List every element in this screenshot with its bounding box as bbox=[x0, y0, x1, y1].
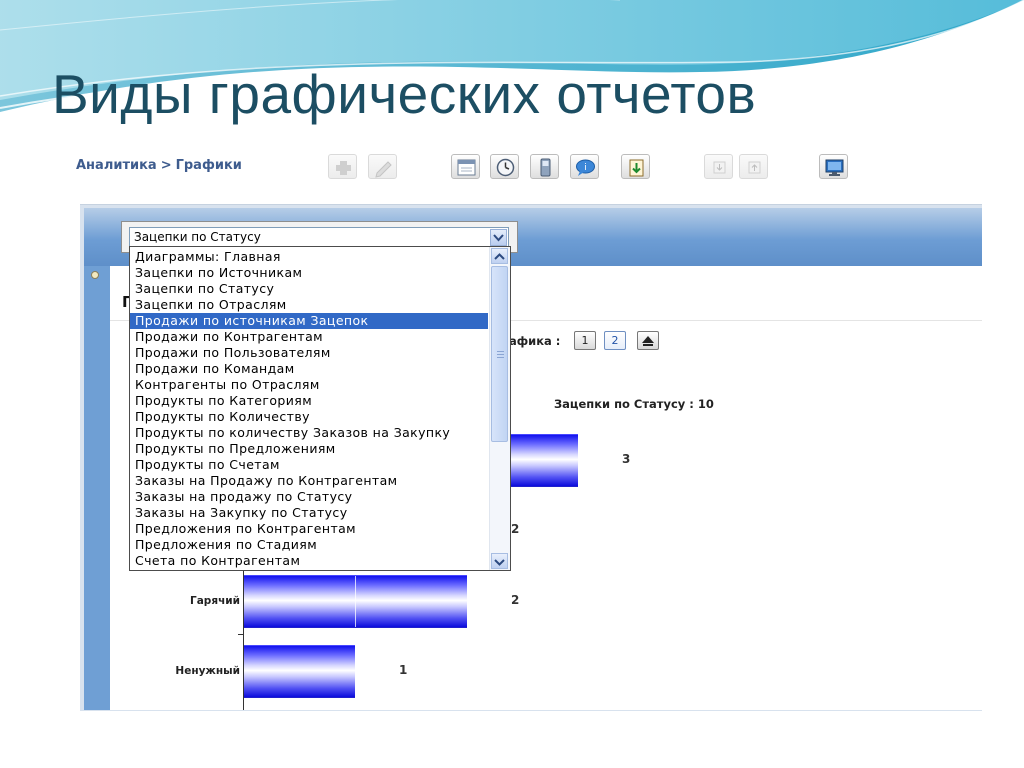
pencil-icon bbox=[375, 161, 392, 178]
bullet-icon bbox=[91, 271, 99, 279]
breadcrumb: Аналитика > Графики bbox=[76, 158, 242, 173]
bar-value-label: 2 bbox=[511, 593, 520, 607]
dropdown-option[interactable]: Продукты по количеству Заказов на Закупк… bbox=[130, 425, 488, 441]
edit-button[interactable] bbox=[368, 154, 397, 179]
arrow-up-icon bbox=[642, 336, 654, 346]
dropdown-option[interactable]: Продажи по Контрагентам bbox=[130, 329, 488, 345]
scroll-up-button[interactable] bbox=[491, 248, 508, 264]
arrow-up-icon bbox=[748, 161, 761, 174]
calendar-button[interactable] bbox=[451, 154, 480, 179]
export-button[interactable] bbox=[621, 154, 650, 179]
dropdown-option[interactable]: Продукты по Счетам bbox=[130, 457, 488, 473]
phone-button[interactable] bbox=[530, 154, 559, 179]
dropdown-option[interactable]: Продукты по Количеству bbox=[130, 409, 488, 425]
dropdown-option[interactable]: Предложения по Контрагентам bbox=[130, 521, 488, 537]
dropdown-option[interactable]: Продажи по источникам Зацепок bbox=[130, 313, 488, 329]
dropdown-option[interactable]: Продукты по Категориям bbox=[130, 393, 488, 409]
scroll-down-button[interactable] bbox=[491, 553, 508, 569]
calendar-icon bbox=[457, 159, 476, 176]
move-down-button[interactable] bbox=[704, 154, 733, 179]
axis-tick bbox=[238, 634, 244, 635]
bar-value-label: 2 bbox=[511, 522, 520, 536]
dropdown-option[interactable]: Зацепки по Источникам bbox=[130, 265, 488, 281]
chart-bar bbox=[244, 575, 467, 628]
dropdown-option[interactable]: Зацепки по Отраслям bbox=[130, 297, 488, 313]
phone-icon bbox=[540, 158, 551, 177]
dropdown-option[interactable]: Заказы на Закупку по Статусу bbox=[130, 505, 488, 521]
app-screenshot: Аналитика > Графики i Г афика : 1 2 Заце… bbox=[70, 148, 982, 711]
dropdown-option[interactable]: Продажи по Командам bbox=[130, 361, 488, 377]
dropdown-option[interactable]: Счета по Контрагентам bbox=[130, 553, 488, 569]
chevron-up-icon bbox=[494, 253, 505, 260]
move-up-button[interactable] bbox=[739, 154, 768, 179]
breadcrumb-separator: > bbox=[160, 158, 172, 173]
report-dropdown-list[interactable]: Диаграммы: Главная Зацепки по Источникам З… bbox=[129, 246, 511, 571]
dropdown-option[interactable]: Зацепки по Статусу bbox=[130, 281, 488, 297]
dropdown-option[interactable]: Контрагенты по Отраслям bbox=[130, 377, 488, 393]
add-button[interactable] bbox=[328, 154, 357, 179]
category-label: Гарячий bbox=[190, 595, 240, 607]
panel-left-rail bbox=[84, 266, 110, 710]
chart-bar bbox=[244, 645, 355, 698]
dropdown-option[interactable]: Диаграммы: Главная bbox=[130, 249, 488, 265]
display-button[interactable] bbox=[819, 154, 848, 179]
slide-title: Виды графических отчетов bbox=[52, 63, 757, 125]
chart-title: Зацепки по Статусу : 10 bbox=[554, 397, 714, 411]
chart-type-label: афика : bbox=[509, 334, 561, 348]
breadcrumb-charts-link[interactable]: Графики bbox=[176, 158, 242, 173]
chart-type-1-button[interactable]: 1 bbox=[574, 331, 596, 350]
scroll-thumb[interactable] bbox=[491, 266, 508, 442]
monitor-icon bbox=[825, 159, 844, 176]
bar-value-label: 3 bbox=[622, 452, 631, 466]
chevron-down-icon bbox=[494, 559, 505, 566]
breadcrumb-analytics-link[interactable]: Аналитика bbox=[76, 158, 157, 173]
chat-button[interactable]: i bbox=[570, 154, 599, 179]
history-button[interactable] bbox=[490, 154, 519, 179]
chart-type-2-button[interactable]: 2 bbox=[604, 331, 626, 350]
dropdown-option[interactable]: Продажи по Пользователям bbox=[130, 345, 488, 361]
speech-bubble-icon: i bbox=[576, 159, 595, 176]
svg-text:i: i bbox=[584, 163, 587, 173]
plus-icon bbox=[336, 161, 351, 175]
dropdown-scrollbar[interactable] bbox=[489, 247, 510, 570]
category-label: Ненужный bbox=[175, 665, 240, 677]
dropdown-option[interactable]: Заказы на продажу по Статусу bbox=[130, 489, 488, 505]
dropdown-option[interactable]: Продукты по Предложениям bbox=[130, 441, 488, 457]
dropdown-option[interactable]: Предложения по Стадиям bbox=[130, 537, 488, 553]
report-select[interactable]: Зацепки по Статусу bbox=[129, 227, 509, 248]
report-select-value: Зацепки по Статусу bbox=[134, 230, 261, 244]
dropdown-options: Диаграммы: Главная Зацепки по Источникам З… bbox=[130, 249, 488, 569]
chevron-down-icon[interactable] bbox=[490, 229, 507, 246]
chart-direction-button[interactable] bbox=[637, 331, 659, 350]
clock-icon bbox=[496, 158, 515, 177]
arrow-down-icon bbox=[713, 161, 726, 174]
bar-value-label: 1 bbox=[399, 663, 408, 677]
export-icon bbox=[629, 159, 644, 177]
dropdown-option[interactable]: Заказы на Продажу по Контрагентам bbox=[130, 473, 488, 489]
